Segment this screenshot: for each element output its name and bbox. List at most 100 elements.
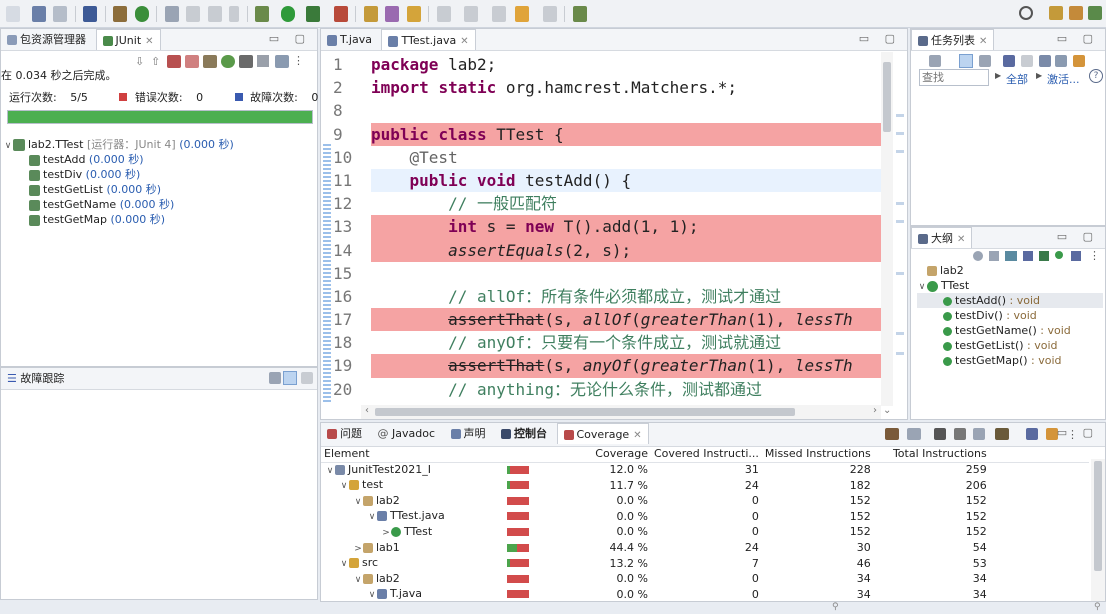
minimize-maximize-icon[interactable]: ▭ ▢ [1057,426,1099,439]
pin-editor-icon[interactable] [572,6,587,22]
code-line[interactable]: 12 // 一般匹配符 [333,192,881,215]
coverage-row[interactable]: ∨ test 11.7 % 24 182 206 [321,478,1089,494]
code-line[interactable]: 8 [333,99,881,122]
search-icon[interactable] [1019,6,1033,20]
coverage-scrollbar[interactable] [1091,459,1105,601]
test-case-row[interactable]: testAdd (0.000 秒) [3,152,317,167]
code-line[interactable]: 17 assertThat(s, allOf(greaterThan(1), l… [333,308,881,332]
categorize-icon[interactable] [959,54,973,68]
suite-row[interactable]: ∨ lab2.TTest [运行器：JUnit 4] (0.000 秒) [3,137,317,152]
save-all-icon[interactable] [53,6,67,22]
code-line[interactable]: 10 @Test [333,146,881,169]
tab-task-list[interactable]: 任务列表 ✕ [911,29,995,50]
outline-method-row[interactable]: testDiv() : void [917,308,1103,323]
outline-package-row[interactable]: lab2 [917,263,1103,278]
copy-trace-icon[interactable] [301,372,313,384]
code-editor[interactable]: 1 package lab2; 2 import static org.hamcres… [333,52,881,406]
outline-method-row[interactable]: testAdd() : void [917,293,1103,308]
coverage-row[interactable]: ∨ JunitTest2021_I 12.0 % 31 228 259 [321,462,1089,478]
open-perspective-icon[interactable] [1049,6,1063,20]
run-icon[interactable] [280,6,295,22]
expand-icon[interactable]: ∨ [367,510,377,525]
external-tools-icon[interactable] [333,6,348,22]
code-line[interactable]: 14 assertEquals(2, s); [333,238,881,262]
expand-icon[interactable]: ∨ [339,557,349,572]
paragraph-icon[interactable] [229,6,239,22]
tab-coverage[interactable]: Coverage ✕ [556,423,649,444]
hide-non-public-icon[interactable] [1039,251,1049,261]
expand-icon[interactable]: ∨ [325,464,335,479]
session-icon[interactable] [994,428,1009,440]
last-edit-icon[interactable] [491,6,506,22]
tab-declaration[interactable]: 声明 [445,423,492,444]
run-history-icon[interactable] [134,6,149,22]
next-failure-icon[interactable]: ⇩ [135,55,144,68]
code-line[interactable]: 11 public void testAdd() { [333,168,881,193]
code-line[interactable]: 1 package lab2; [333,53,881,76]
layout-icon[interactable] [275,55,289,68]
open-type-icon[interactable] [363,6,378,22]
outline-method-row[interactable]: testGetName() : void [917,323,1103,338]
tab-problems[interactable]: 问题 [321,423,368,444]
code-line[interactable]: 19 assertThat(s, anyOf(greaterThan(1), l… [333,354,881,378]
close-icon[interactable]: ✕ [460,36,468,47]
outline-method-row[interactable]: testGetMap() : void [917,353,1103,368]
expand-icon[interactable]: > [381,526,391,541]
tab-package-explorer[interactable]: 包资源管理器 [1,29,92,50]
minimize-maximize-icon[interactable]: ▭ ▢ [1057,32,1099,45]
hscroll-thumb[interactable] [375,408,795,416]
coverage-row[interactable]: > TTest 0.0 % 0 152 152 [321,525,1089,541]
activate-link[interactable]: 激活... [1047,71,1080,87]
stop-icon[interactable] [257,55,269,67]
scroll-left-icon[interactable]: ‹ [365,405,369,416]
hide-local-types-icon[interactable] [1055,251,1063,259]
collapse-all-icon[interactable] [1039,55,1051,67]
save-icon[interactable] [31,6,46,22]
coverage-row[interactable]: > lab1 44.4 % 24 30 54 [321,541,1089,557]
expand-icon[interactable]: ∨ [339,479,349,494]
help-icon[interactable]: ? [1089,69,1103,83]
link-icon[interactable] [1071,251,1081,261]
filter-trace-icon[interactable] [283,371,297,385]
forward-icon[interactable] [542,6,557,22]
task-search-input[interactable] [919,69,989,86]
new-icon[interactable] [6,6,20,22]
relaunch-failed-icon[interactable] [185,55,199,68]
minimize-maximize-icon[interactable]: ▭ ▢ [269,32,311,45]
coverage-run-icon[interactable] [306,6,320,22]
schedule-icon[interactable] [979,55,991,67]
focus-icon[interactable] [1003,55,1015,67]
col-element[interactable]: Element [321,447,579,462]
test-case-row[interactable]: testDiv (0.000 秒) [3,167,317,182]
scroll-down-icon[interactable]: ⌄ [883,405,891,416]
coverage-row[interactable]: ∨ lab2 0.0 % 0 152 152 [321,494,1089,510]
close-icon[interactable]: ✕ [145,36,153,47]
minimize-maximize-icon[interactable]: ▭ ▢ [1057,230,1099,243]
next-annotation-icon[interactable] [436,6,451,22]
new-task-icon[interactable] [929,55,941,67]
run-again-icon[interactable] [221,55,235,68]
compare-icon[interactable] [269,372,281,384]
col-missed[interactable]: Missed Instructions [762,447,874,462]
search-tool-icon[interactable] [164,6,179,22]
rerun-icon[interactable] [239,55,253,68]
tab-ttest-java[interactable]: TTest.java ✕ [381,29,476,50]
coverage-row[interactable]: ∨ lab2 0.0 % 0 34 34 [321,572,1089,588]
remove-session-icon[interactable] [934,428,946,440]
expand-icon[interactable]: ∨ [367,588,377,601]
coverage-row[interactable]: ∨ TTest.java 0.0 % 0 152 152 [321,509,1089,525]
open-task-icon[interactable] [385,6,399,22]
scroll-thumb[interactable] [883,62,891,132]
scroll-right-icon[interactable]: › [873,405,877,416]
merge-icon[interactable] [973,428,985,440]
col-coverage[interactable]: Coverage [579,447,651,462]
link-editor-icon[interactable] [1045,428,1058,440]
code-line[interactable]: 20 // anything：无论什么条件，测试都通过 [333,378,881,401]
collapse-all-icon[interactable] [1026,428,1038,440]
all-link[interactable]: 全部 [1006,71,1028,87]
tab-console[interactable]: 控制台 [495,423,553,444]
relaunch-coverage-icon[interactable] [885,428,899,440]
highlight-icon[interactable] [406,6,421,22]
java-perspective-icon[interactable] [1069,6,1083,20]
annotation-icon[interactable] [186,6,200,22]
